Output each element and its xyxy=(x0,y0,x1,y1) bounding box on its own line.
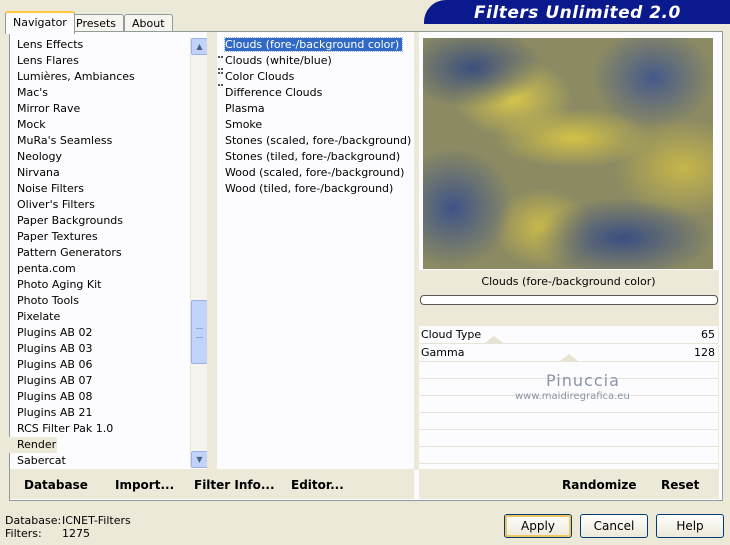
category-item[interactable]: Mock xyxy=(9,117,189,133)
scroll-down-icon[interactable]: ▼ xyxy=(191,451,208,468)
category-item[interactable]: RCS Filter Pak 1.0 xyxy=(9,421,189,437)
help-button[interactable]: Help xyxy=(656,514,724,538)
reset-button[interactable]: Reset xyxy=(661,477,699,493)
tab-about[interactable]: About xyxy=(124,14,173,32)
tab-presets[interactable]: Presets xyxy=(68,14,125,32)
filter-item[interactable]: Smoke xyxy=(218,117,414,133)
scroll-thumb[interactable] xyxy=(191,300,208,364)
category-item[interactable]: Plugins AB 07 xyxy=(9,373,189,389)
category-item[interactable]: Noise Filters xyxy=(9,181,189,197)
filter-item[interactable]: Color Clouds xyxy=(218,69,414,86)
filter-item[interactable]: Clouds (fore-/background color) xyxy=(218,37,414,53)
param-empty xyxy=(419,447,718,464)
filter-item-label: Wood (scaled, fore-/background) xyxy=(225,166,405,179)
category-item[interactable]: Mac's xyxy=(9,85,189,101)
param-empty xyxy=(419,430,718,447)
param-name: Cloud Type xyxy=(421,328,482,341)
filter-item-label: Clouds (white/blue) xyxy=(225,54,332,67)
watermark-url: www.maidiregrafica.eu xyxy=(515,391,630,402)
filter-item[interactable]: Plasma xyxy=(218,101,414,117)
database-button[interactable]: Database xyxy=(24,477,88,493)
category-item[interactable]: Photo Tools xyxy=(9,293,189,309)
tab-navigator[interactable]: Navigator xyxy=(5,11,75,34)
param-cloud-type[interactable]: Cloud Type 65 xyxy=(419,326,718,344)
category-item[interactable]: Pixelate xyxy=(9,309,189,325)
category-item[interactable]: Plugins AB 21 xyxy=(9,405,189,421)
grip-icon xyxy=(196,328,203,338)
status-label: Filters: xyxy=(5,527,42,540)
separator xyxy=(207,32,217,470)
category-item[interactable]: Sabercat xyxy=(9,453,189,469)
randomize-button[interactable]: Randomize xyxy=(562,477,636,493)
apply-button[interactable]: Apply xyxy=(504,514,572,538)
app-title: Filters Unlimited 2.0 xyxy=(474,3,681,23)
filter-item-label: Plasma xyxy=(225,102,265,115)
preset-marker-icon xyxy=(218,56,221,70)
category-item[interactable]: Plugins AB 08 xyxy=(9,389,189,405)
category-item[interactable]: MuRa's Seamless xyxy=(9,133,189,149)
category-item[interactable]: Plugins AB 06 xyxy=(9,357,189,373)
category-item[interactable]: Neology xyxy=(9,149,189,165)
preview-image xyxy=(423,38,713,269)
category-item[interactable]: Render xyxy=(9,437,57,453)
category-item[interactable]: Plugins AB 02 xyxy=(9,325,189,341)
filter-item[interactable]: Stones (tiled, fore-/background) xyxy=(218,149,414,165)
category-item[interactable]: Lumières, Ambiances xyxy=(9,69,189,85)
category-item[interactable]: Lens Effects xyxy=(9,37,189,53)
filter-info-button[interactable]: Filter Info... xyxy=(194,477,275,493)
status-filters: Filters: 1275 xyxy=(5,527,90,540)
cancel-button[interactable]: Cancel xyxy=(580,514,648,538)
preview-filter-name: Clouds (fore-/background color) xyxy=(481,275,656,288)
category-item[interactable]: Paper Backgrounds xyxy=(9,213,189,229)
category-item[interactable]: penta.com xyxy=(9,261,189,277)
filter-item-label: Clouds (fore-/background color) xyxy=(223,37,404,52)
filter-item-label: Smoke xyxy=(225,118,263,131)
slider-thumb-icon[interactable] xyxy=(560,354,578,361)
category-item[interactable]: Oliver's Filters xyxy=(9,197,189,213)
param-value: 65 xyxy=(701,328,715,341)
import-button[interactable]: Import... xyxy=(115,477,174,493)
filter-list[interactable]: Clouds (fore-/background color) Clouds (w… xyxy=(218,37,414,469)
category-item[interactable]: Paper Textures xyxy=(9,229,189,245)
filter-item-label: Color Clouds xyxy=(225,70,295,83)
category-item[interactable]: Plugins AB 03 xyxy=(9,341,189,357)
status-value: 1275 xyxy=(62,527,90,540)
param-name: Gamma xyxy=(421,346,465,359)
category-item[interactable]: Nirvana xyxy=(9,165,189,181)
filter-item[interactable]: Wood (tiled, fore-/background) xyxy=(218,181,414,197)
category-item[interactable]: Mirror Rave xyxy=(9,101,189,117)
scroll-up-icon[interactable]: ▲ xyxy=(191,38,208,55)
filter-item[interactable]: Stones (scaled, fore-/background) xyxy=(218,133,414,149)
filter-item-label: Stones (tiled, fore-/background) xyxy=(225,150,401,163)
filter-item-label: Wood (tiled, fore-/background) xyxy=(225,182,394,195)
filter-item-label: Difference Clouds xyxy=(225,86,323,99)
category-item[interactable]: Photo Aging Kit xyxy=(9,277,189,293)
filter-item[interactable]: Clouds (white/blue) xyxy=(218,53,414,70)
filter-item-label: Stones (scaled, fore-/background) xyxy=(225,134,412,147)
category-list[interactable]: Lens Effects Lens Flares Lumières, Ambianc… xyxy=(9,37,189,469)
status-label: Database: xyxy=(5,514,62,527)
status-database: Database: ICNET-Filters xyxy=(5,514,131,527)
slider-thumb-icon[interactable] xyxy=(485,336,503,343)
editor-button[interactable]: Editor... xyxy=(291,477,344,493)
category-item[interactable]: Lens Flares xyxy=(9,53,189,69)
filter-item[interactable]: Wood (scaled, fore-/background) xyxy=(218,165,414,181)
param-empty xyxy=(419,413,718,430)
progress-bar xyxy=(420,295,718,305)
preset-marker-icon xyxy=(218,72,221,86)
status-value: ICNET-Filters xyxy=(62,514,131,527)
category-scrollbar[interactable]: ▲ ▼ xyxy=(190,38,208,468)
category-item[interactable]: Pattern Generators xyxy=(9,245,189,261)
filter-item[interactable]: Difference Clouds xyxy=(218,85,414,101)
param-value: 128 xyxy=(694,346,715,359)
watermark-name: Pinuccia xyxy=(546,371,620,390)
